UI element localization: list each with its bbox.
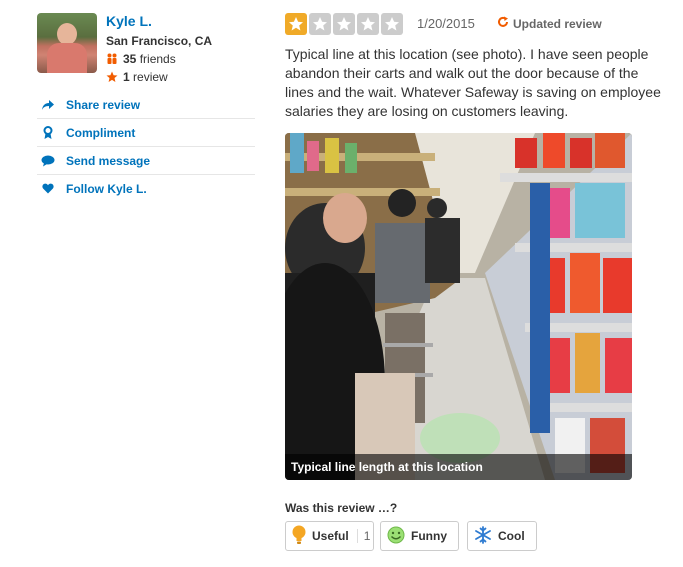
smiley-icon: [387, 526, 405, 547]
send-message-link[interactable]: Send message: [37, 147, 255, 175]
send-message-label: Send message: [66, 153, 151, 168]
updated-review-link[interactable]: Updated review: [497, 16, 602, 31]
user-name-link[interactable]: Kyle L.: [106, 13, 152, 29]
feedback-question: Was this review …?: [285, 501, 398, 515]
friends-stat: 35 friends: [106, 52, 176, 66]
funny-button[interactable]: Funny: [380, 521, 459, 551]
user-avatar[interactable]: [37, 13, 97, 73]
avatar-body: [47, 43, 87, 73]
reviews-label: review: [133, 70, 168, 84]
compliment-label: Compliment: [66, 125, 136, 140]
photo-caption: Typical line length at this location: [285, 454, 632, 480]
avatar-head: [57, 23, 77, 45]
reviews-count: 1: [123, 70, 130, 84]
review-date: 1/20/2015: [417, 16, 475, 31]
follow-user-label: Follow Kyle L.: [66, 181, 147, 196]
reviews-stat: 1 review: [106, 70, 168, 84]
share-review-link[interactable]: Share review: [37, 91, 255, 119]
review-photo[interactable]: Typical line length at this location: [285, 133, 632, 480]
share-review-label: Share review: [66, 97, 141, 112]
heart-icon: [37, 183, 59, 194]
updated-review-label: Updated review: [513, 16, 602, 31]
useful-button[interactable]: Useful 1: [285, 521, 374, 551]
user-location: San Francisco, CA: [106, 34, 213, 48]
updated-review-icon: [497, 16, 509, 31]
star-icon: [381, 13, 403, 35]
compliment-icon: [37, 125, 59, 140]
cool-label: Cool: [498, 529, 525, 543]
friends-count: 35: [123, 52, 137, 66]
friends-icon: [106, 53, 118, 65]
message-icon: [37, 155, 59, 167]
follow-user-link[interactable]: Follow Kyle L.: [37, 175, 255, 202]
funny-label: Funny: [411, 529, 447, 543]
lightbulb-icon: [292, 525, 306, 548]
useful-label: Useful: [312, 529, 349, 543]
compliment-link[interactable]: Compliment: [37, 119, 255, 147]
review-star-icon: [106, 71, 118, 83]
star-icon: [309, 13, 331, 35]
friends-label: friends: [139, 52, 176, 66]
cool-button[interactable]: Cool: [467, 521, 537, 551]
star-icon: [333, 13, 355, 35]
star-rating: [285, 13, 403, 35]
grocery-aisle-image: [285, 133, 632, 480]
star-icon: [357, 13, 379, 35]
snowflake-icon: [474, 525, 492, 547]
star-icon: [285, 13, 307, 35]
review-actions: Share review Compliment Send message Fol…: [37, 91, 255, 202]
review-text: Typical line at this location (see photo…: [285, 46, 661, 119]
share-icon: [37, 99, 59, 111]
useful-count: 1: [356, 529, 370, 543]
